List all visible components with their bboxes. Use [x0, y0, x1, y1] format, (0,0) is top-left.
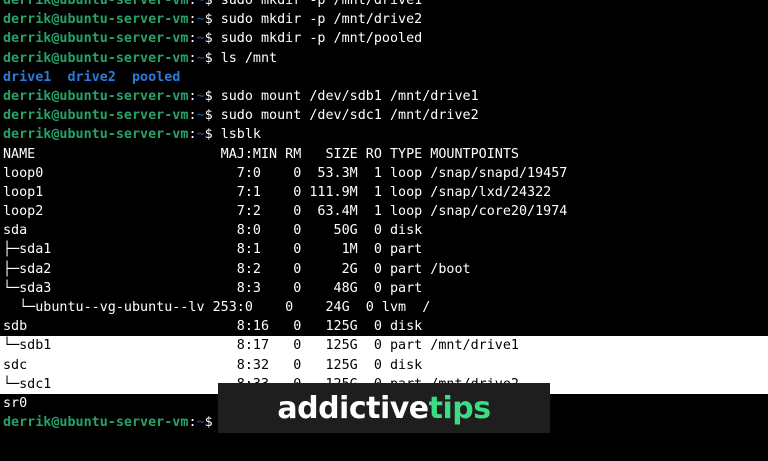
output-text: └─sda3 8:3 0 48G 0 part [3, 280, 423, 296]
prompt-user-host: derrik@ubuntu-server-vm [3, 31, 189, 47]
prompt-colon: : [188, 415, 197, 431]
command-text: sudo mkdir -p /mnt/pooled [220, 31, 423, 47]
dir-separator [51, 70, 67, 85]
prompt-user-host: derrik@ubuntu-server-vm [3, 415, 189, 431]
prompt-user-host: derrik@ubuntu-server-vm [3, 88, 189, 104]
terminal-line: drive1 drive2 pooled [0, 68, 768, 87]
prompt-path: ~ [196, 415, 205, 431]
prompt-colon: : [188, 50, 197, 66]
prompt-colon: : [188, 0, 197, 8]
watermark-text-tips: tips [428, 390, 491, 426]
prompt-symbol: $ [204, 50, 213, 66]
terminal-line: └─sdb1 8:17 0 125G 0 part /mnt/drive1 [0, 336, 768, 356]
prompt-user-host: derrik@ubuntu-server-vm [3, 12, 189, 28]
prompt-user-host: derrik@ubuntu-server-vm [3, 127, 189, 143]
terminal-line: loop0 7:0 0 53.3M 1 loop /snap/snapd/194… [0, 164, 768, 183]
command-text: ls /mnt [220, 50, 278, 66]
command-text: lsblk [220, 127, 261, 143]
prompt-path: ~ [196, 127, 205, 143]
prompt-symbol: $ [204, 88, 213, 104]
prompt-user-host: derrik@ubuntu-server-vm [3, 0, 189, 8]
command-text: sudo mkdir -p /mnt/drive1 [220, 0, 423, 8]
dir-separator [116, 70, 132, 85]
prompt-colon: : [188, 127, 197, 143]
output-text: loop0 7:0 0 53.3M 1 loop /snap/snapd/194… [3, 165, 568, 181]
output-text: ├─sda2 8:2 0 2G 0 part /boot [3, 261, 471, 277]
prompt-user-host: derrik@ubuntu-server-vm [3, 108, 189, 124]
terminal-line: ├─sda2 8:2 0 2G 0 part /boot [0, 260, 768, 279]
output-text: loop1 7:1 0 111.9M 1 loop /snap/lxd/2432… [3, 184, 552, 200]
prompt-colon: : [188, 31, 197, 47]
command-text: sudo mkdir -p /mnt/drive2 [220, 12, 423, 28]
terminal-line: derrik@ubuntu-server-vm:~$ sudo mkdir -p… [0, 10, 768, 29]
terminal-line: derrik@ubuntu-server-vm:~$ ls /mnt [0, 49, 768, 68]
prompt-colon: : [188, 88, 197, 104]
terminal-line: sdc 8:32 0 125G 0 disk [0, 355, 768, 375]
watermark-text-addictive: addictive [277, 390, 429, 426]
watermark-logo: addictive tips [218, 383, 550, 433]
command-text: sudo mount /dev/sdb1 /mnt/drive1 [220, 88, 479, 104]
command-text: sudo mount /dev/sdc1 /mnt/drive2 [220, 108, 479, 124]
prompt-colon: : [188, 12, 197, 28]
output-text: loop2 7:2 0 63.4M 1 loop /snap/core20/19… [3, 204, 568, 220]
output-text: └─ubuntu--vg-ubuntu--lv 253:0 0 24G 0 lv… [3, 300, 431, 315]
prompt-path: ~ [196, 50, 205, 66]
prompt-path: ~ [196, 31, 205, 47]
terminal-line: derrik@ubuntu-server-vm:~$ sudo mount /d… [0, 87, 768, 106]
output-text: sda 8:0 0 50G 0 disk [3, 223, 423, 239]
output-text: NAME MAJ:MIN RM SIZE RO TYPE MOUNTPOINTS [3, 146, 519, 162]
directory-name: drive1 [3, 69, 52, 85]
prompt-colon: : [188, 108, 197, 124]
terminal-line: NAME MAJ:MIN RM SIZE RO TYPE MOUNTPOINTS [0, 145, 768, 164]
prompt-path: ~ [196, 88, 205, 104]
output-text: ├─sda1 8:1 0 1M 0 part [3, 242, 423, 258]
prompt-path: ~ [196, 0, 205, 8]
terminal-line: derrik@ubuntu-server-vm:~$ sudo mkdir -p… [0, 29, 768, 48]
terminal-line: ├─sda1 8:1 0 1M 0 part [0, 240, 768, 259]
prompt-user-host: derrik@ubuntu-server-vm [3, 50, 189, 66]
directory-name: drive2 [67, 69, 116, 85]
terminal-line: sdb 8:16 0 125G 0 disk [0, 317, 768, 336]
terminal-line: sda 8:0 0 50G 0 disk [0, 221, 768, 240]
terminal-line: └─ubuntu--vg-ubuntu--lv 253:0 0 24G 0 lv… [0, 298, 768, 317]
prompt-symbol: $ [204, 31, 213, 47]
directory-name: pooled [132, 69, 181, 85]
output-text: sdc 8:32 0 125G 0 disk [3, 357, 423, 373]
output-text: └─sdb1 8:17 0 125G 0 part /mnt/drive1 [3, 338, 519, 354]
terminal-line: loop1 7:1 0 111.9M 1 loop /snap/lxd/2432… [0, 183, 768, 202]
prompt-symbol: $ [204, 127, 213, 143]
terminal-line: derrik@ubuntu-server-vm:~$ sudo mkdir -p… [0, 0, 768, 10]
output-text: sdb 8:16 0 125G 0 disk [3, 319, 423, 335]
prompt-symbol: $ [204, 0, 213, 8]
terminal-window[interactable]: derrik@ubuntu-server-vm:~$ sudo mkdir -p… [0, 0, 768, 461]
terminal-line: └─sda3 8:3 0 48G 0 part [0, 279, 768, 298]
terminal-line: loop2 7:2 0 63.4M 1 loop /snap/core20/19… [0, 202, 768, 221]
terminal-line: derrik@ubuntu-server-vm:~$ sudo mount /d… [0, 106, 768, 125]
prompt-path: ~ [196, 12, 205, 28]
terminal-output: derrik@ubuntu-server-vm:~$ sudo mkdir -p… [0, 0, 768, 432]
prompt-symbol: $ [204, 108, 213, 124]
prompt-symbol: $ [204, 12, 213, 28]
prompt-symbol: $ [204, 415, 213, 431]
prompt-path: ~ [196, 108, 205, 124]
terminal-line: derrik@ubuntu-server-vm:~$ lsblk [0, 125, 768, 144]
